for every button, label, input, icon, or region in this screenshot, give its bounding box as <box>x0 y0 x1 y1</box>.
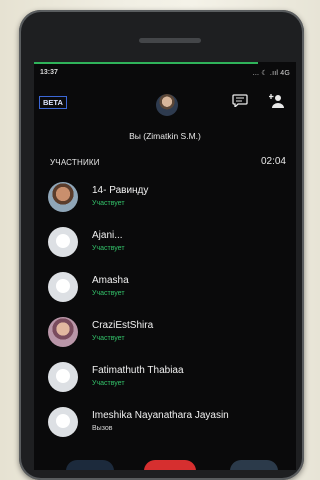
chat-bubble-icon[interactable] <box>232 93 248 107</box>
status-indicators: ... ☾ .ııl 4G <box>252 70 290 77</box>
participant-avatar <box>48 227 78 257</box>
participants-title: УЧАСТНИКИ <box>50 158 100 167</box>
earpiece-speaker <box>139 38 201 43</box>
participant-status: Участвует <box>92 335 125 342</box>
beta-badge: BETA <box>39 96 67 109</box>
participant-name: Amasha <box>92 275 129 286</box>
participant-item[interactable]: Fatimathuth Thabiaa Участвует <box>48 360 296 405</box>
add-user-icon[interactable] <box>269 93 285 108</box>
participant-avatar <box>48 362 78 392</box>
participant-item[interactable]: Amasha Участвует <box>48 270 296 315</box>
host-name: Вы (Zimatkin S.M.) <box>129 131 201 141</box>
status-time: 13:37 <box>40 69 58 76</box>
participant-item[interactable]: Ajani... Участвует <box>48 225 296 270</box>
status-accent-bar <box>34 62 258 64</box>
status-bar: 13:37 ... ☾ .ııl 4G <box>34 68 296 82</box>
host-avatar[interactable] <box>156 94 178 116</box>
end-call-button[interactable] <box>144 460 196 470</box>
participant-item[interactable]: CraziEstShira Участвует <box>48 315 296 360</box>
participants-list: 14- Равинду Участвует Ajani... Участвует… <box>48 180 296 450</box>
participant-avatar <box>48 272 78 302</box>
participant-status: Участвует <box>92 290 125 297</box>
participant-name: Imeshika Nayanathara Jayasin <box>92 410 229 421</box>
participant-status: Участвует <box>92 380 125 387</box>
phone-screen: 13:37 ... ☾ .ııl 4G BETA Вы (Zimatkin S.… <box>34 62 296 470</box>
participant-name: 14- Равинду <box>92 185 149 196</box>
participant-item[interactable]: Imeshika Nayanathara Jayasin Вызов <box>48 405 296 450</box>
participant-status: Участвует <box>92 245 125 252</box>
participant-avatar <box>48 407 78 437</box>
participant-name: CraziEstShira <box>92 320 154 331</box>
participant-status: Участвует <box>92 200 125 207</box>
call-timer: 02:04 <box>260 156 286 167</box>
mute-button[interactable] <box>66 460 114 470</box>
participant-avatar <box>48 317 78 347</box>
participant-name: Fatimathuth Thabiaa <box>92 365 184 376</box>
speaker-button[interactable] <box>230 460 278 470</box>
participant-status: Вызов <box>92 425 113 432</box>
participant-item[interactable]: 14- Равинду Участвует <box>48 180 296 225</box>
participant-avatar <box>48 182 78 212</box>
participant-name: Ajani... <box>92 230 123 241</box>
